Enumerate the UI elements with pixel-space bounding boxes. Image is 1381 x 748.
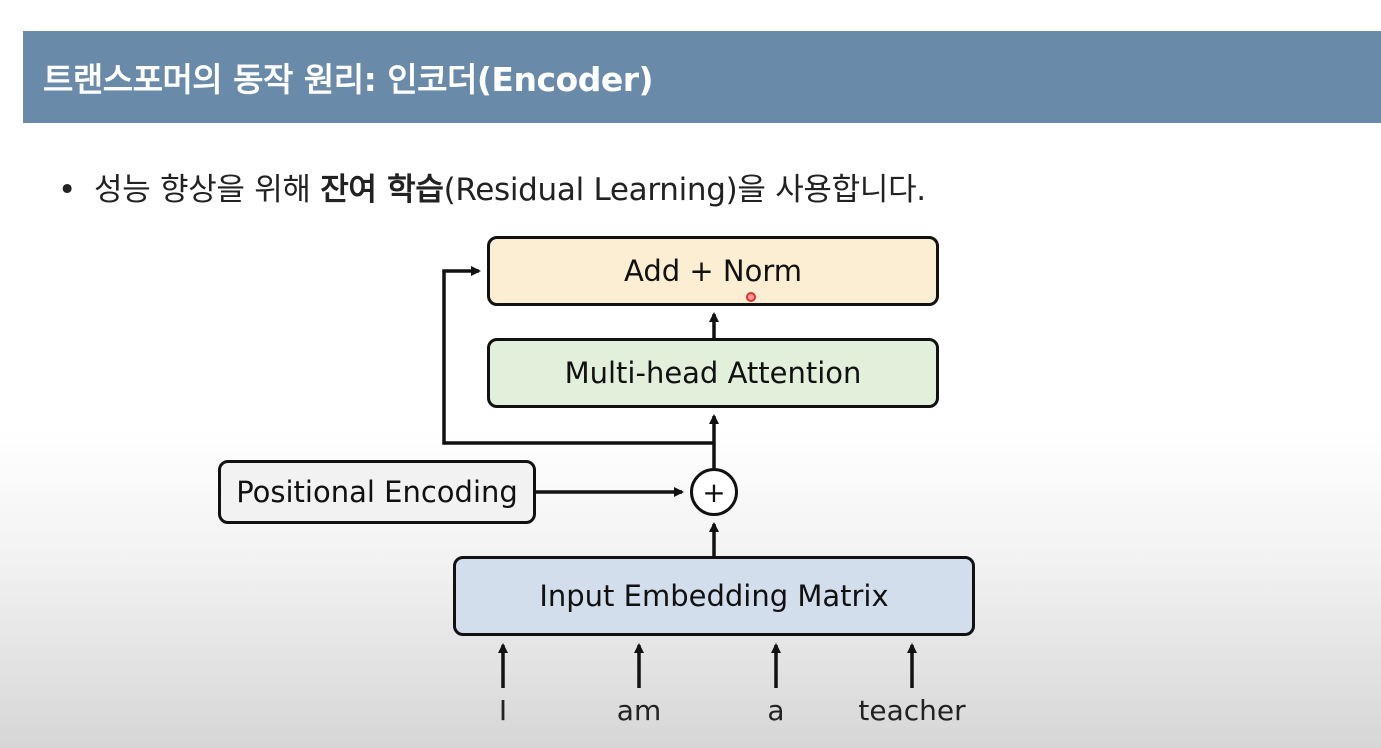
positional-encoding-box: Positional Encoding [218, 460, 536, 524]
input-embedding-matrix-box: Input Embedding Matrix [453, 556, 975, 636]
input-word-3: a [767, 694, 785, 727]
add-norm-box: Add + Norm [487, 236, 939, 306]
pointer-cursor-icon [746, 292, 756, 302]
positional-encoding-label: Positional Encoding [236, 475, 518, 509]
multi-head-attention-label: Multi-head Attention [564, 356, 862, 390]
input-embedding-matrix-label: Input Embedding Matrix [539, 579, 889, 613]
plus-label: + [702, 475, 726, 509]
add-norm-label: Add + Norm [624, 254, 802, 288]
plus-icon: + [690, 468, 738, 516]
multi-head-attention-box: Multi-head Attention [487, 338, 939, 408]
input-word-1: I [498, 694, 508, 727]
input-word-2: am [616, 694, 662, 727]
input-word-4: teacher [858, 694, 966, 727]
